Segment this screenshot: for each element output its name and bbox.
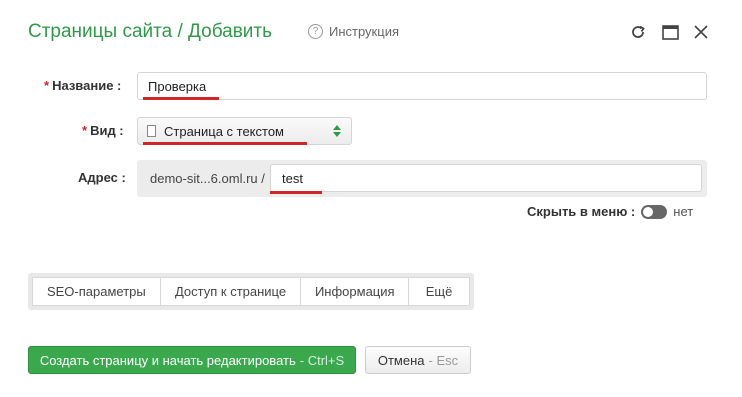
name-input[interactable]: Проверка	[137, 72, 707, 100]
page-type-value: Страница с текстом	[164, 123, 284, 139]
annotation-underline	[143, 142, 307, 145]
hide-in-menu-label: Скрыть в меню :	[527, 204, 636, 219]
type-label: * Вид :	[82, 123, 124, 138]
select-arrows-icon	[333, 125, 341, 137]
required-marker: *	[44, 78, 50, 93]
hide-in-menu-toggle[interactable]	[641, 204, 668, 219]
tab-info[interactable]: Информация	[301, 278, 410, 305]
close-icon	[694, 25, 708, 39]
tab-access[interactable]: Доступ к странице	[161, 278, 302, 305]
page-type-select[interactable]: Страница с текстом	[137, 117, 352, 145]
create-and-edit-button[interactable]: Создать страницу и начать редактировать -…	[28, 346, 356, 374]
name-label: * Название :	[44, 78, 122, 93]
maximize-button[interactable]	[660, 22, 680, 42]
annotation-underline	[270, 191, 322, 194]
tab-seo[interactable]: SEO-параметры	[33, 278, 161, 305]
document-icon	[147, 125, 156, 137]
address-prefix: demo-sit...6.oml.ru /	[150, 171, 265, 186]
question-circle-icon: ?	[308, 24, 323, 39]
hide-in-menu-value: нет	[673, 204, 694, 219]
address-field-group: demo-sit...6.oml.ru / test	[137, 160, 707, 197]
refresh-icon	[632, 25, 645, 38]
address-label: Адрес :	[78, 170, 126, 185]
address-input[interactable]: test	[270, 164, 702, 192]
help-label: Инструкция	[329, 24, 399, 39]
shortcut-hint: - Esc	[428, 352, 459, 368]
cancel-button[interactable]: Отмена - Esc	[365, 346, 471, 374]
hide-in-menu-row: Скрыть в меню : нет	[527, 204, 693, 219]
annotation-underline	[143, 97, 219, 100]
close-button[interactable]	[691, 22, 711, 42]
toggle-knob	[643, 206, 654, 217]
tab-bar: SEO-параметры Доступ к странице Информац…	[28, 273, 474, 310]
maximize-icon	[661, 24, 679, 40]
tab-more[interactable]: Ещё	[409, 278, 469, 305]
page-title: Страницы сайта / Добавить	[28, 21, 273, 42]
refresh-button[interactable]	[628, 22, 648, 42]
shortcut-hint: - Ctrl+S	[299, 352, 345, 368]
required-marker: *	[82, 123, 88, 138]
help-link[interactable]: ? Инструкция	[308, 24, 399, 39]
